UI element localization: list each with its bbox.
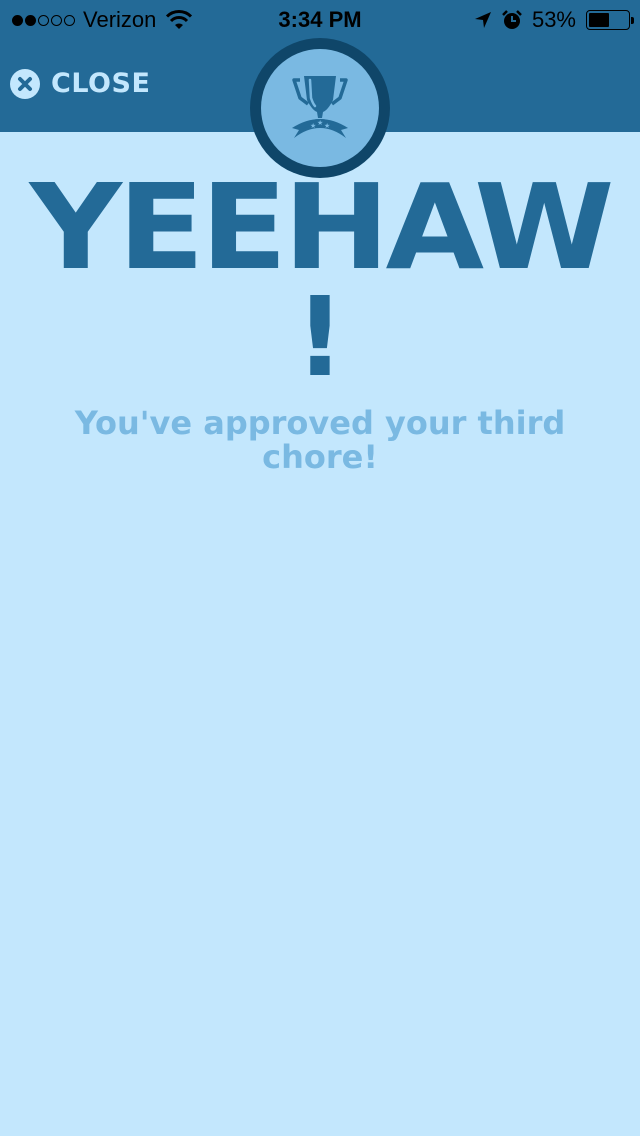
trophy-ribbon-icon: ★ ★ ★ (292, 76, 348, 138)
status-bar: Verizon 3:34 PM 53% (0, 0, 640, 40)
achievement-message: You've approved your third chore! (74, 404, 566, 476)
headline-exclamation: ! (294, 273, 346, 401)
battery-icon (586, 10, 634, 30)
close-circle-icon (10, 68, 40, 99)
achievement-badge: ★ ★ ★ (250, 38, 390, 178)
headline: YEEHAW (29, 158, 615, 296)
status-right: 53% (474, 7, 634, 33)
battery-nub (631, 17, 634, 24)
badge-inner: ★ ★ ★ (261, 49, 379, 167)
svg-text:★: ★ (310, 122, 316, 130)
svg-text:★: ★ (324, 122, 330, 130)
close-button[interactable]: CLOSE (10, 68, 150, 99)
battery-percent: 53% (531, 7, 576, 32)
close-label: CLOSE (51, 68, 151, 99)
svg-text:★: ★ (317, 119, 323, 127)
location-arrow-icon (474, 12, 491, 28)
battery-level (589, 13, 610, 27)
alarm-icon (502, 10, 522, 29)
